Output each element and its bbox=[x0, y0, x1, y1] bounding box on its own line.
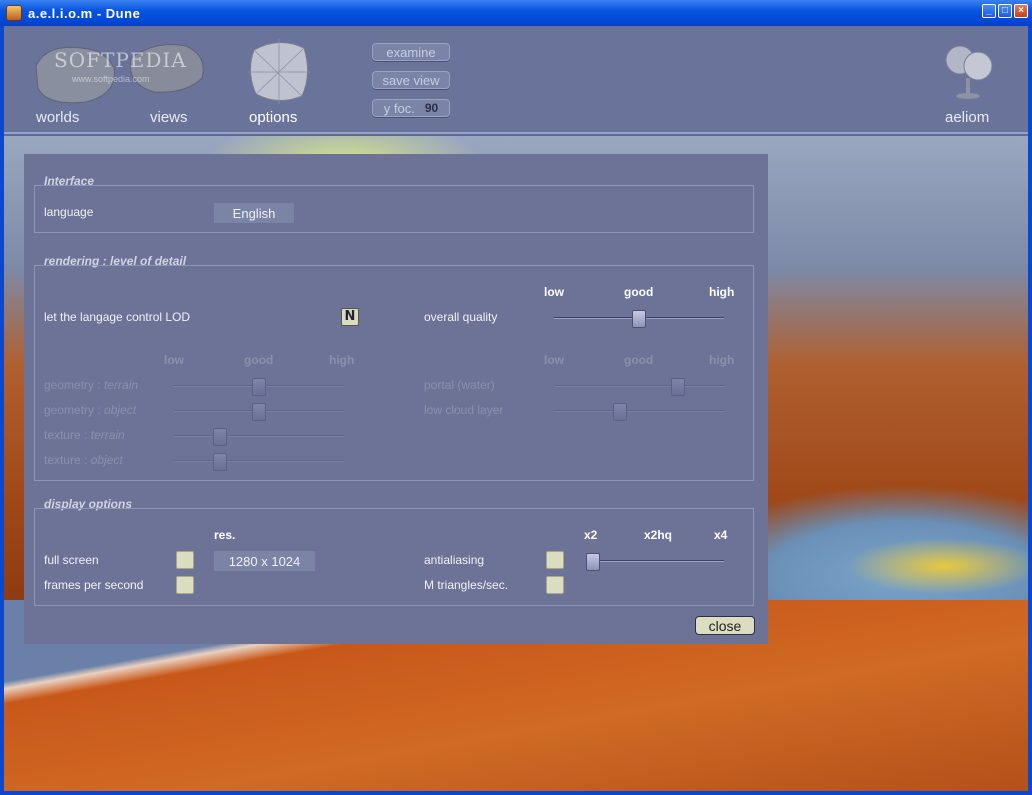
lod-head-good-right: good bbox=[624, 353, 654, 367]
geometry-prefix: geometry : bbox=[44, 378, 101, 392]
maximize-button[interactable]: □ bbox=[998, 4, 1012, 18]
geometry-object-slider[interactable] bbox=[174, 403, 344, 421]
options-panel: Interface language English rendering : l… bbox=[24, 154, 768, 644]
window-title: a.e.l.i.o.m - Dune bbox=[28, 5, 141, 21]
portal-water-slider[interactable] bbox=[554, 378, 724, 396]
watermark-text: SOFTPEDIA bbox=[54, 48, 187, 72]
language-label: language bbox=[44, 205, 94, 219]
slider-thumb[interactable] bbox=[213, 453, 227, 471]
slider-track bbox=[554, 410, 724, 412]
slider-track bbox=[586, 560, 724, 562]
terrain-suffix: terrain bbox=[104, 378, 139, 392]
examine-button[interactable]: examine bbox=[372, 43, 450, 61]
window-frame-right bbox=[1028, 26, 1032, 795]
slider-thumb[interactable] bbox=[252, 378, 266, 396]
antialiasing-checkbox[interactable] bbox=[546, 551, 564, 569]
texture-terrain-slider[interactable] bbox=[174, 428, 344, 446]
slider-thumb[interactable] bbox=[252, 403, 266, 421]
y-focal-label: y foc. bbox=[383, 100, 415, 116]
low-cloud-layer-slider[interactable] bbox=[554, 403, 724, 421]
texture-object-label: texture : object bbox=[44, 453, 123, 467]
lod-head-low: low bbox=[164, 353, 184, 367]
texture-object-slider[interactable] bbox=[174, 453, 344, 471]
full-screen-label: full screen bbox=[44, 553, 99, 567]
close-button[interactable]: close bbox=[695, 616, 755, 635]
quality-head-low: low bbox=[544, 285, 564, 299]
slider-track bbox=[554, 385, 724, 387]
language-lod-label: let the langage control LOD bbox=[44, 310, 191, 324]
antialiasing-slider[interactable] bbox=[586, 553, 724, 571]
y-focal-value: 90 bbox=[424, 101, 439, 115]
slider-thumb[interactable] bbox=[613, 403, 627, 421]
slider-thumb[interactable] bbox=[671, 378, 685, 396]
fps-label: frames per second bbox=[44, 578, 144, 592]
m-triangles-checkbox[interactable] bbox=[546, 576, 564, 594]
texture-terrain-label: texture : terrain bbox=[44, 428, 125, 442]
save-view-button[interactable]: save view bbox=[372, 71, 450, 89]
quality-head-high: high bbox=[709, 285, 735, 299]
res-head: res. bbox=[214, 528, 236, 542]
window-frame-bottom bbox=[0, 791, 1032, 795]
geometry-terrain-slider[interactable] bbox=[174, 378, 344, 396]
slider-track bbox=[174, 460, 344, 462]
interface-group bbox=[34, 185, 754, 233]
texture-prefix: texture : bbox=[44, 453, 88, 467]
full-screen-checkbox[interactable] bbox=[176, 551, 194, 569]
geometry-terrain-label: geometry : terrain bbox=[44, 378, 138, 392]
language-select[interactable]: English bbox=[214, 203, 294, 223]
geometry-object-label: geometry : object bbox=[44, 403, 136, 417]
aa-head-x2hq: x2hq bbox=[644, 528, 673, 542]
close-window-button[interactable]: × bbox=[1014, 4, 1028, 18]
slider-thumb[interactable] bbox=[632, 310, 646, 328]
overall-quality-label: overall quality bbox=[424, 310, 498, 324]
portal-water-label: portal (water) bbox=[424, 378, 495, 392]
terrain-suffix: terrain bbox=[90, 428, 125, 442]
slider-thumb[interactable] bbox=[586, 553, 600, 571]
lod-head-high-right: high bbox=[709, 353, 735, 367]
nav-worlds[interactable]: worlds bbox=[36, 109, 79, 126]
lod-head-good: good bbox=[244, 353, 274, 367]
y-focal-control[interactable]: y foc. 90 bbox=[372, 99, 450, 117]
fps-checkbox[interactable] bbox=[176, 576, 194, 594]
resolution-select[interactable]: 1280 x 1024 bbox=[214, 551, 315, 571]
slider-thumb[interactable] bbox=[213, 428, 227, 446]
slider-track bbox=[174, 435, 344, 437]
examine-label: examine bbox=[386, 44, 436, 60]
low-cloud-layer-label: low cloud layer bbox=[424, 403, 504, 417]
nav-views[interactable]: views bbox=[150, 109, 188, 126]
lod-head-high: high bbox=[329, 353, 355, 367]
nav-aeliom[interactable]: aeliom bbox=[945, 109, 989, 126]
quality-head-good: good bbox=[624, 285, 654, 299]
window-controls: _ □ × bbox=[982, 4, 1028, 18]
antialiasing-label: antialiasing bbox=[424, 553, 485, 567]
object-suffix: object bbox=[90, 453, 123, 467]
title-bar: a.e.l.i.o.m - Dune _ □ × bbox=[0, 0, 1032, 26]
minimize-button[interactable]: _ bbox=[982, 4, 996, 18]
texture-prefix: texture : bbox=[44, 428, 88, 442]
object-suffix: object bbox=[104, 403, 137, 417]
aa-head-x4: x4 bbox=[714, 528, 728, 542]
lod-language-toggle[interactable]: N bbox=[341, 308, 359, 326]
options-sphere-icon[interactable] bbox=[244, 36, 314, 106]
lod-head-low-right: low bbox=[544, 353, 564, 367]
m-triangles-label: M triangles/sec. bbox=[424, 578, 509, 592]
nav-options[interactable]: options bbox=[249, 109, 297, 126]
app-icon bbox=[6, 5, 22, 21]
watermark-url: www.softpedia.com bbox=[72, 74, 150, 84]
save-view-label: save view bbox=[382, 72, 440, 88]
geometry-prefix: geometry : bbox=[44, 403, 101, 417]
aa-head-x2: x2 bbox=[584, 528, 598, 542]
top-navigation-bar: SOFTPEDIA www.softpedia.com worlds views… bbox=[4, 26, 1028, 134]
aeliom-tree-icon[interactable] bbox=[940, 38, 1000, 104]
overall-quality-slider[interactable] bbox=[554, 310, 724, 328]
